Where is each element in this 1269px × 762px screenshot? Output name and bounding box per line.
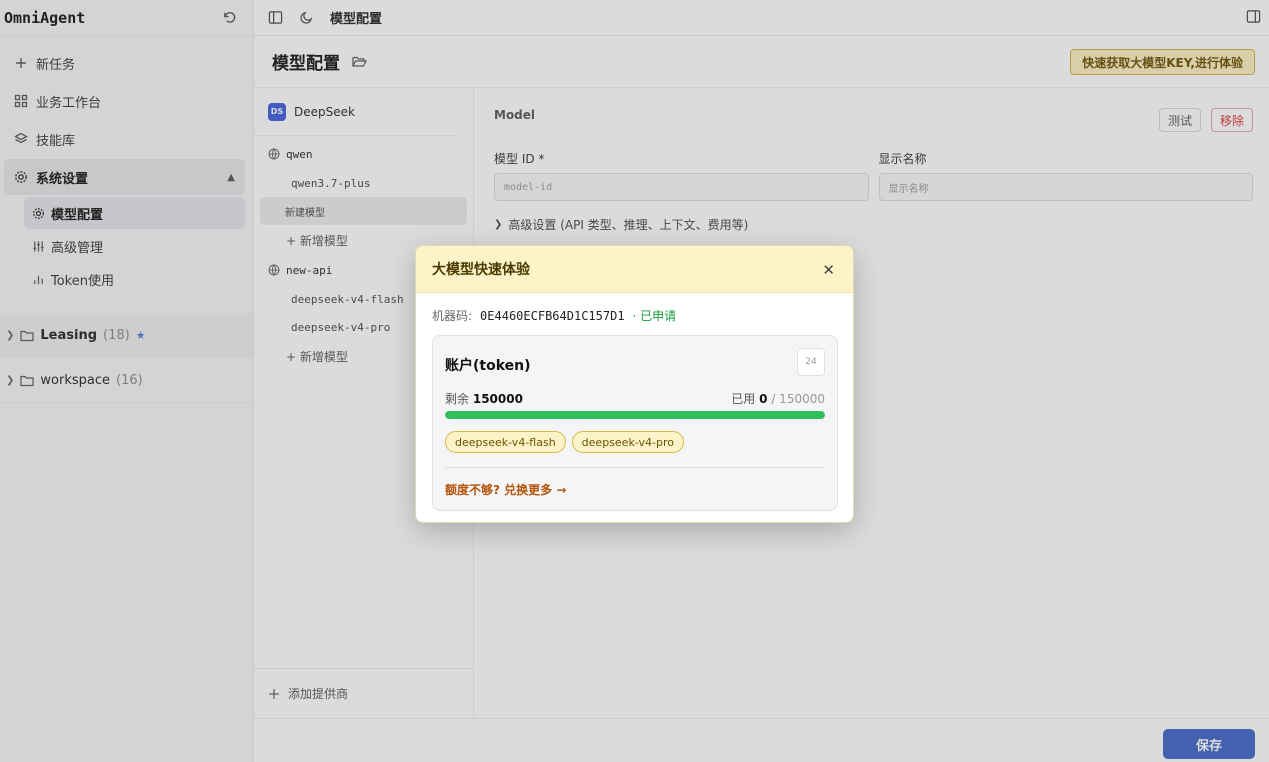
machine-code-row: 机器码: 0E4460ECFB64D1C157D1 · 已申请 (416, 293, 853, 324)
progress-fill (445, 411, 825, 419)
machine-status: · 已申请 (632, 309, 677, 323)
quick-trial-modal: 大模型快速体验 ✕ 机器码: 0E4460ECFB64D1C157D1 · 已申… (415, 245, 854, 523)
token-account-card: 账户(token) 24 剩余 150000 已用 0 / 150000 dee… (432, 335, 838, 511)
usage-total: / 150000 (771, 392, 825, 406)
modal-title: 大模型快速体验 (432, 262, 530, 278)
close-icon[interactable]: ✕ (822, 261, 835, 279)
machine-code-value: 0E4460ECFB64D1C157D1 (480, 308, 625, 323)
remaining-value: 150000 (472, 392, 523, 406)
card-title: 账户(token) (445, 358, 531, 374)
used: 已用 0 / 150000 (731, 390, 825, 407)
used-value: 0 (759, 392, 768, 406)
model-chips: deepseek-v4-flash deepseek-v4-pro (445, 431, 684, 453)
token-progress-bar (445, 411, 825, 419)
divider (445, 467, 825, 468)
usage-row: 剩余 150000 已用 0 / 150000 (445, 390, 825, 407)
modal-header: 大模型快速体验 ✕ (416, 246, 853, 293)
card-badge: 24 (797, 348, 825, 376)
model-chip: deepseek-v4-pro (571, 431, 684, 453)
model-chip: deepseek-v4-flash (445, 431, 566, 453)
remaining-label: 剩余 (445, 392, 470, 406)
remaining: 剩余 150000 (445, 390, 523, 407)
machine-code-label: 机器码: (432, 309, 473, 323)
redeem-more-link[interactable]: 额度不够? 兑换更多 → (445, 481, 566, 498)
used-label: 已用 (731, 392, 756, 406)
